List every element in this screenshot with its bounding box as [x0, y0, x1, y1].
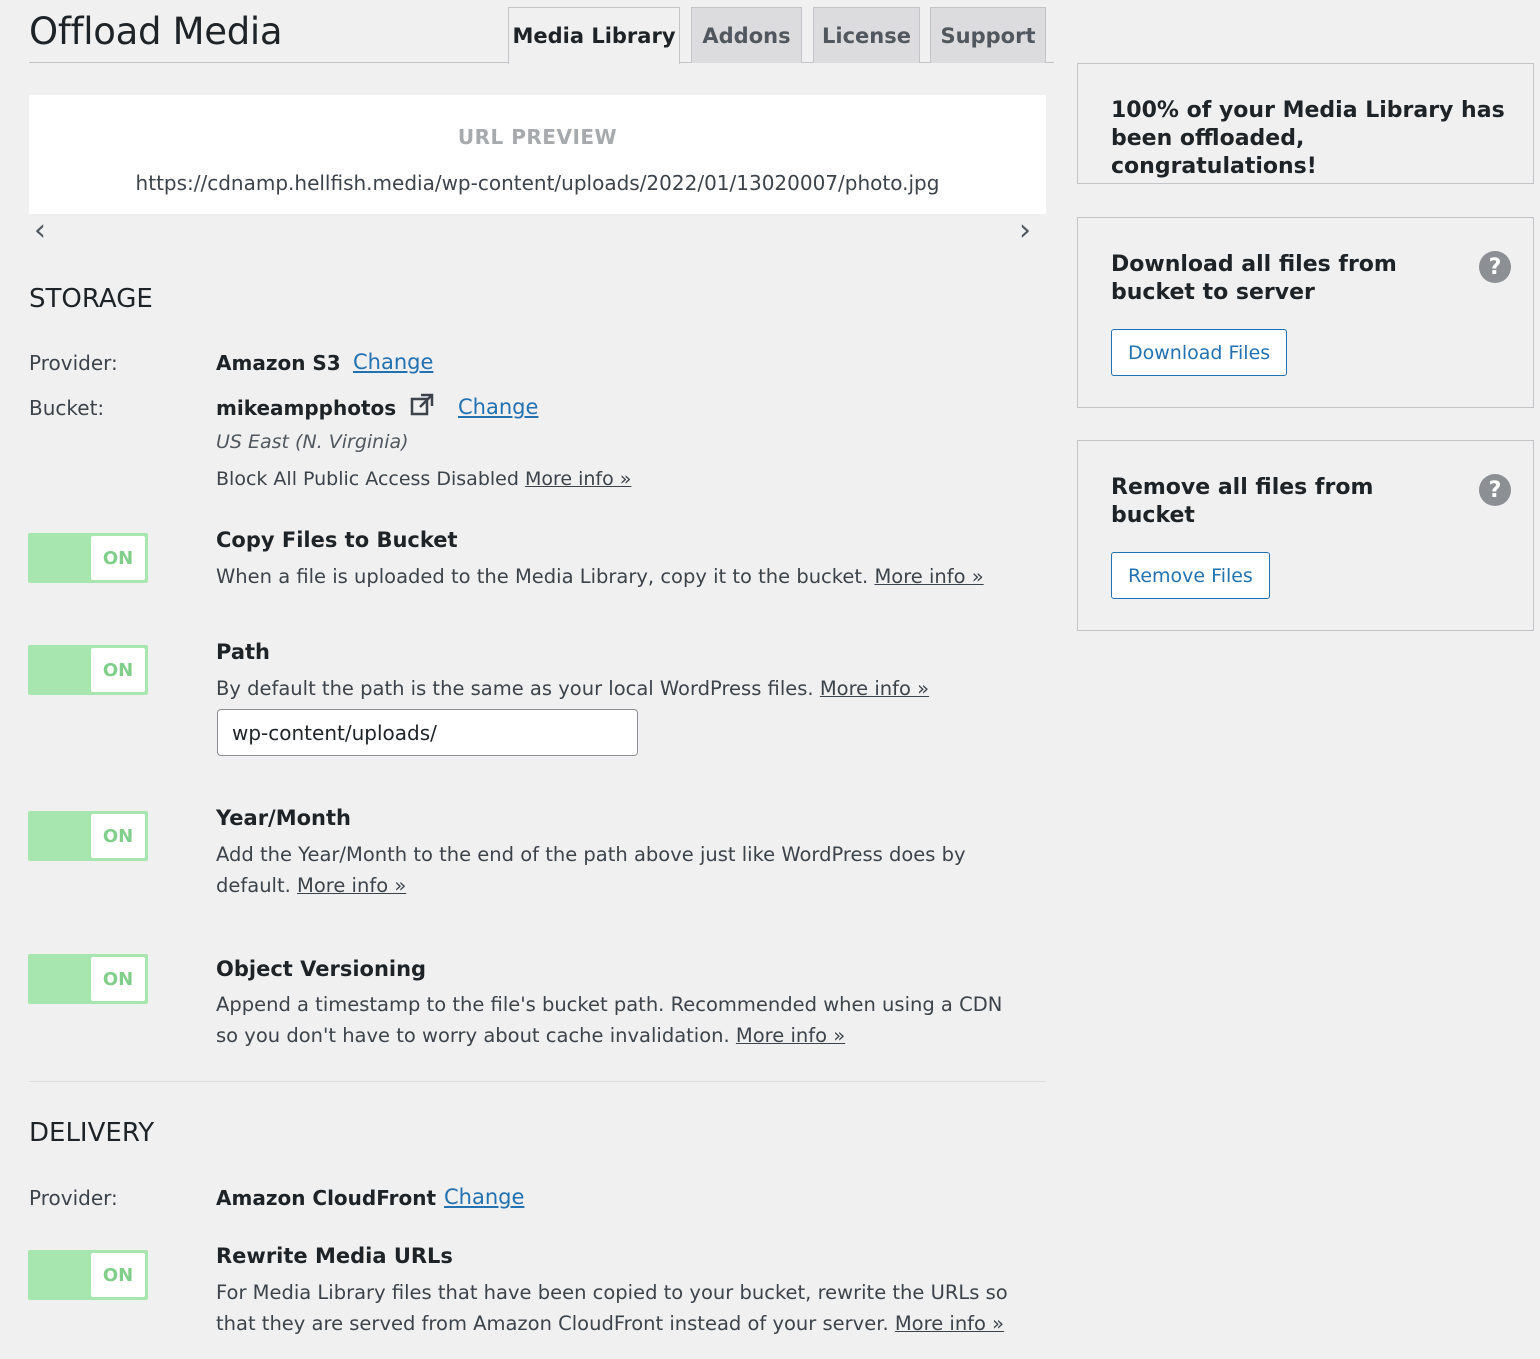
object-versioning-more-info-link[interactable]: More info »	[736, 1024, 845, 1047]
section-divider	[29, 1081, 1046, 1082]
help-icon[interactable]: ?	[1479, 474, 1511, 506]
public-access-more-info-link[interactable]: More info »	[525, 468, 631, 490]
chevron-left-icon[interactable]: ‹	[34, 216, 46, 246]
path-title: Path	[216, 640, 270, 664]
remove-files-button[interactable]: Remove Files	[1111, 552, 1270, 599]
object-versioning-desc-text: Append a timestamp to the file's bucket …	[216, 993, 1003, 1047]
chevron-right-icon[interactable]: ›	[1019, 216, 1031, 246]
remove-files-text: Remove all files from bucket	[1111, 475, 1374, 528]
tab-media-library[interactable]: Media Library	[508, 7, 680, 64]
storage-provider-label: Provider:	[29, 351, 118, 375]
bucket-value: mikeampphotos	[216, 396, 397, 420]
year-month-title: Year/Month	[216, 806, 351, 830]
year-month-desc: Add the Year/Month to the end of the pat…	[216, 839, 1016, 901]
rewrite-urls-desc-text: For Media Library files that have been c…	[216, 1281, 1008, 1335]
delivery-provider-label: Provider:	[29, 1186, 118, 1210]
bucket-change-link[interactable]: Change	[458, 395, 538, 419]
object-versioning-toggle[interactable]: ON	[28, 954, 148, 1004]
external-link-icon[interactable]	[409, 392, 435, 418]
toggle-on-label: ON	[91, 648, 145, 692]
year-month-more-info-link[interactable]: More info »	[297, 874, 406, 897]
delivery-heading: DELIVERY	[29, 1118, 155, 1148]
public-access-text: Block All Public Access Disabled	[216, 468, 519, 490]
bucket-region: US East (N. Virginia)	[216, 431, 409, 453]
offload-status-panel: 100% of your Media Library has been offl…	[1077, 63, 1534, 184]
path-more-info-link[interactable]: More info »	[820, 677, 929, 700]
rewrite-urls-desc: For Media Library files that have been c…	[216, 1277, 1036, 1339]
url-preview-label: URL PREVIEW	[457, 125, 618, 149]
delivery-provider-value: Amazon CloudFront	[216, 1186, 437, 1210]
storage-provider-value: Amazon S3	[216, 351, 341, 375]
path-toggle[interactable]: ON	[28, 645, 148, 695]
copy-files-title: Copy Files to Bucket	[216, 528, 458, 552]
tab-addons[interactable]: Addons	[691, 7, 802, 63]
help-icon[interactable]: ?	[1479, 251, 1511, 283]
toggle-on-label: ON	[91, 814, 145, 858]
rewrite-urls-more-info-link[interactable]: More info »	[895, 1312, 1004, 1335]
tab-license[interactable]: License	[813, 7, 920, 63]
storage-provider-change-link[interactable]: Change	[353, 350, 433, 374]
url-preview-panel: URL PREVIEW https://cdnamp.hellfish.medi…	[29, 95, 1046, 214]
public-access-status: Block All Public Access Disabled More in…	[216, 468, 631, 490]
tab-support[interactable]: Support	[930, 7, 1046, 63]
path-desc: By default the path is the same as your …	[216, 673, 1036, 704]
download-files-text: Download all files from bucket to server	[1111, 252, 1397, 305]
path-desc-text: By default the path is the same as your …	[216, 677, 814, 700]
object-versioning-desc: Append a timestamp to the file's bucket …	[216, 989, 1026, 1051]
copy-files-desc-text: When a file is uploaded to the Media Lib…	[216, 565, 869, 588]
toggle-on-label: ON	[91, 1253, 145, 1297]
copy-files-desc: When a file is uploaded to the Media Lib…	[216, 561, 1036, 592]
object-versioning-title: Object Versioning	[216, 957, 427, 981]
rewrite-urls-toggle[interactable]: ON	[28, 1250, 148, 1300]
rewrite-urls-title: Rewrite Media URLs	[216, 1244, 453, 1268]
delivery-provider-change-link[interactable]: Change	[444, 1185, 524, 1209]
storage-heading: STORAGE	[29, 284, 153, 314]
toggle-on-label: ON	[91, 536, 145, 580]
page-title: Offload Media	[29, 10, 283, 53]
copy-files-toggle[interactable]: ON	[28, 533, 148, 583]
url-preview-value: https://cdnamp.hellfish.media/wp-content…	[135, 171, 940, 195]
copy-files-more-info-link[interactable]: More info »	[874, 565, 983, 588]
year-month-toggle[interactable]: ON	[28, 811, 148, 861]
offload-status-text: 100% of your Media Library has been offl…	[1111, 98, 1505, 179]
toggle-on-label: ON	[91, 957, 145, 1001]
remove-files-panel: Remove all files from bucket ? Remove Fi…	[1077, 440, 1534, 631]
path-input[interactable]	[217, 709, 638, 756]
bucket-label: Bucket:	[29, 396, 105, 420]
download-files-button[interactable]: Download Files	[1111, 329, 1288, 376]
download-files-panel: Download all files from bucket to server…	[1077, 217, 1534, 408]
